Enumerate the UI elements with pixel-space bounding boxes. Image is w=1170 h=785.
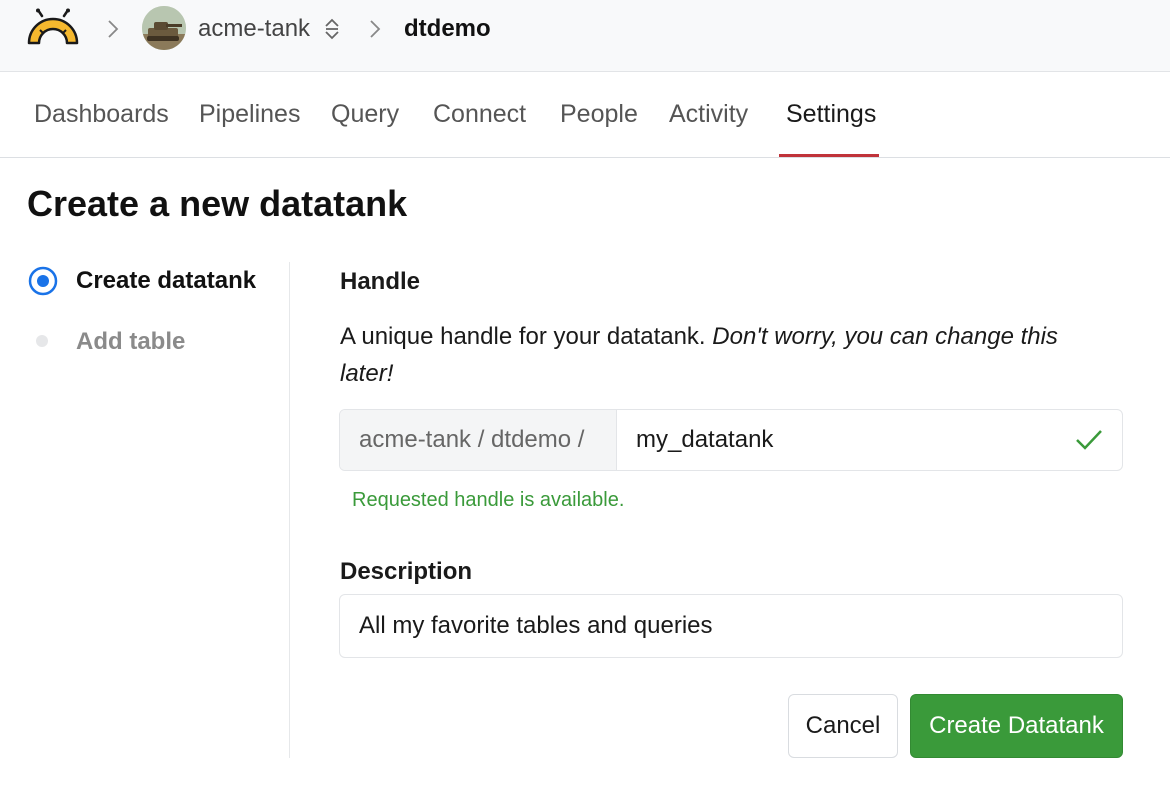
top-bar: acme-tank dtdemo [0,0,1170,72]
logo-icon[interactable] [26,8,80,48]
switch-org-icon[interactable] [322,16,342,42]
step-pending-dot-icon [28,327,58,365]
step-label: Create datatank [76,267,257,294]
breadcrumb-project[interactable]: dtdemo [404,14,491,44]
steps-divider [289,262,290,758]
tab-dashboards[interactable]: Dashboards [34,98,169,130]
handle-prefix: acme-tank / dtdemo / [340,410,617,470]
chevron-right-icon [368,18,382,40]
step-label: Add table [76,328,186,355]
tab-activity[interactable]: Activity [669,98,748,130]
handle-status-message: Requested handle is available. [352,489,625,511]
chevron-right-icon [106,18,120,40]
create-datatank-button[interactable]: Create Datatank [910,694,1123,758]
cancel-button[interactable]: Cancel [788,694,898,758]
active-tab-indicator [779,154,879,157]
tab-people[interactable]: People [560,98,638,130]
check-icon [1074,427,1104,453]
handle-help-text: A unique handle for your datatank. Don't… [340,318,1100,392]
handle-label: Handle [340,268,421,295]
page-title: Create a new datatank [27,183,408,224]
nav-tabs: Dashboards Pipelines Query Connect Peopl… [0,72,1170,158]
handle-help-plain: A unique handle for your datatank. [340,323,713,350]
tab-settings[interactable]: Settings [786,98,876,130]
radio-selected-icon [28,266,58,304]
tab-pipelines[interactable]: Pipelines [199,98,300,130]
tab-connect[interactable]: Connect [433,98,526,130]
breadcrumb-org[interactable]: acme-tank [198,14,310,44]
description-field [339,594,1123,658]
org-avatar[interactable] [142,6,186,50]
tab-query[interactable]: Query [331,98,399,130]
handle-field: acme-tank / dtdemo / [339,409,1123,471]
description-input[interactable] [340,595,1120,657]
handle-input[interactable] [618,410,1058,470]
description-label: Description [340,558,473,585]
